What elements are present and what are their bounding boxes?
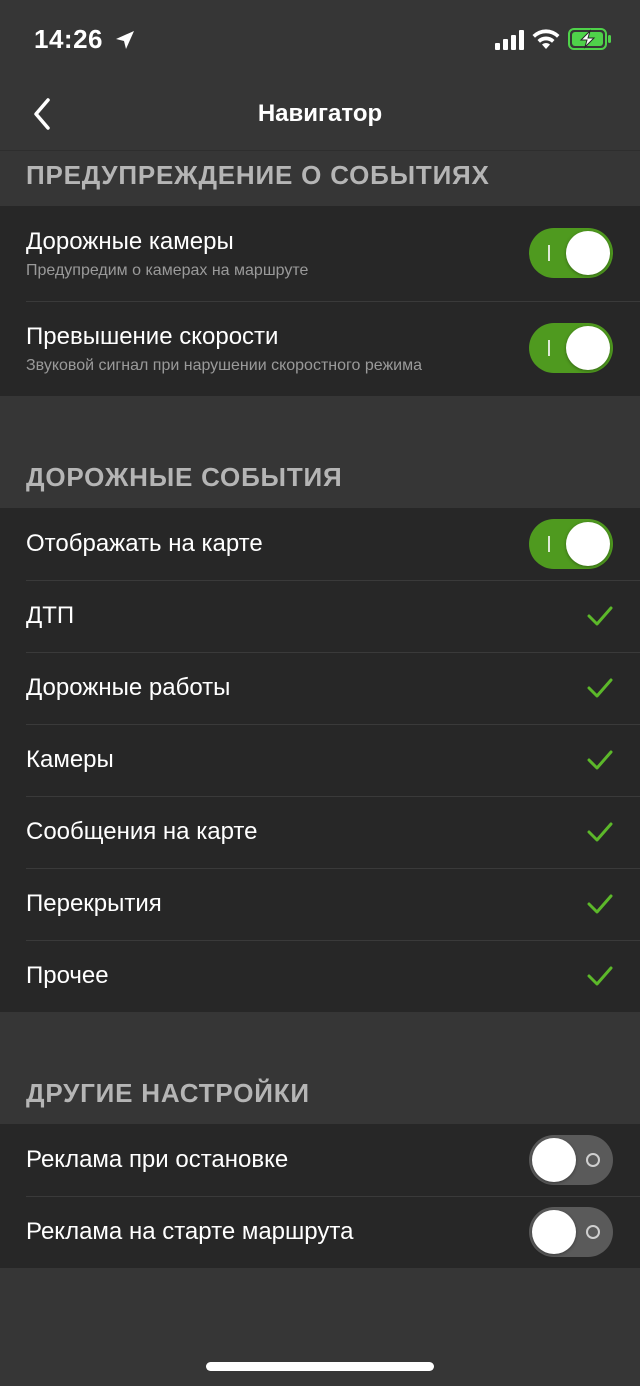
nav-header: Навигатор — [0, 84, 640, 151]
navigator-settings-screen: 14:26 Навигатор ПРЕДУПРЕЖДЕНИЕ О СОБЫТИЯ… — [0, 0, 640, 1386]
toggle-knob — [532, 1138, 576, 1182]
row-subtitle: Предупредим о камерах на маршруте — [26, 262, 309, 279]
event-row-cameras[interactable]: Камеры — [0, 724, 640, 796]
wifi-icon — [532, 29, 560, 49]
road-cameras-toggle[interactable] — [529, 228, 613, 278]
section-header-event-warnings: ПРЕДУПРЕЖДЕНИЕ О СОБЫТИЯХ — [26, 160, 490, 190]
section-header-other-settings: ДРУГИЕ НАСТРОЙКИ — [26, 1078, 310, 1108]
home-indicator[interactable] — [206, 1362, 434, 1371]
row-title: Дорожные работы — [26, 674, 231, 701]
event-row-map-messages[interactable]: Сообщения на карте — [0, 796, 640, 868]
row-title: Прочее — [26, 962, 109, 989]
row-title: Реклама при остановке — [26, 1146, 289, 1173]
road-events-group: Отображать на карте ДТП Дорожные работы … — [0, 508, 640, 1012]
row-title: Сообщения на карте — [26, 818, 258, 845]
page-title: Навигатор — [257, 100, 383, 127]
cellular-signal-icon — [495, 30, 524, 50]
checkmark-icon — [587, 966, 613, 986]
event-row-roadworks[interactable]: Дорожные работы — [0, 652, 640, 724]
row-title: Перекрытия — [26, 890, 162, 917]
row-title: Реклама на старте маршрута — [26, 1218, 354, 1245]
toggle-knob — [566, 522, 610, 566]
checkmark-icon — [587, 750, 613, 770]
checkmark-icon — [587, 822, 613, 842]
row-title: ДТП — [26, 602, 75, 629]
other-settings-group: Реклама при остановке Реклама на старте … — [0, 1124, 640, 1268]
status-bar: 14:26 — [0, 0, 640, 84]
ad-on-route-start-toggle[interactable] — [529, 1207, 613, 1257]
event-row-other[interactable]: Прочее — [0, 940, 640, 1012]
event-row-accident[interactable]: ДТП — [0, 580, 640, 652]
checkmark-icon — [587, 894, 613, 914]
battery-charging-icon — [568, 28, 611, 50]
row-title: Превышение скорости — [26, 323, 279, 350]
section-header-road-events: ДОРОЖНЫЕ СОБЫТИЯ — [26, 462, 343, 492]
location-arrow-icon — [116, 31, 134, 49]
show-on-map-toggle[interactable] — [529, 519, 613, 569]
status-time: 14:26 — [34, 24, 103, 54]
settings-row-road-cameras[interactable]: Дорожные камеры Предупредим о камерах на… — [0, 206, 640, 301]
settings-row-ad-on-stop[interactable]: Реклама при остановке — [0, 1124, 640, 1196]
checkmark-icon — [587, 678, 613, 698]
settings-row-speeding[interactable]: Превышение скорости Звуковой сигнал при … — [0, 301, 640, 396]
event-row-closures[interactable]: Перекрытия — [0, 868, 640, 940]
row-title: Дорожные камеры — [26, 228, 234, 255]
settings-row-ad-on-route-start[interactable]: Реклама на старте маршрута — [0, 1196, 640, 1268]
toggle-knob — [532, 1210, 576, 1254]
event-warnings-group: Дорожные камеры Предупредим о камерах на… — [0, 206, 640, 396]
settings-row-show-on-map[interactable]: Отображать на карте — [0, 508, 640, 580]
ad-on-stop-toggle[interactable] — [529, 1135, 613, 1185]
row-subtitle: Звуковой сигнал при нарушении скоростног… — [26, 357, 422, 374]
row-title: Камеры — [26, 746, 114, 773]
speeding-toggle[interactable] — [529, 323, 613, 373]
checkmark-icon — [587, 606, 613, 626]
toggle-knob — [566, 326, 610, 370]
row-title: Отображать на карте — [26, 530, 263, 557]
toggle-knob — [566, 231, 610, 275]
